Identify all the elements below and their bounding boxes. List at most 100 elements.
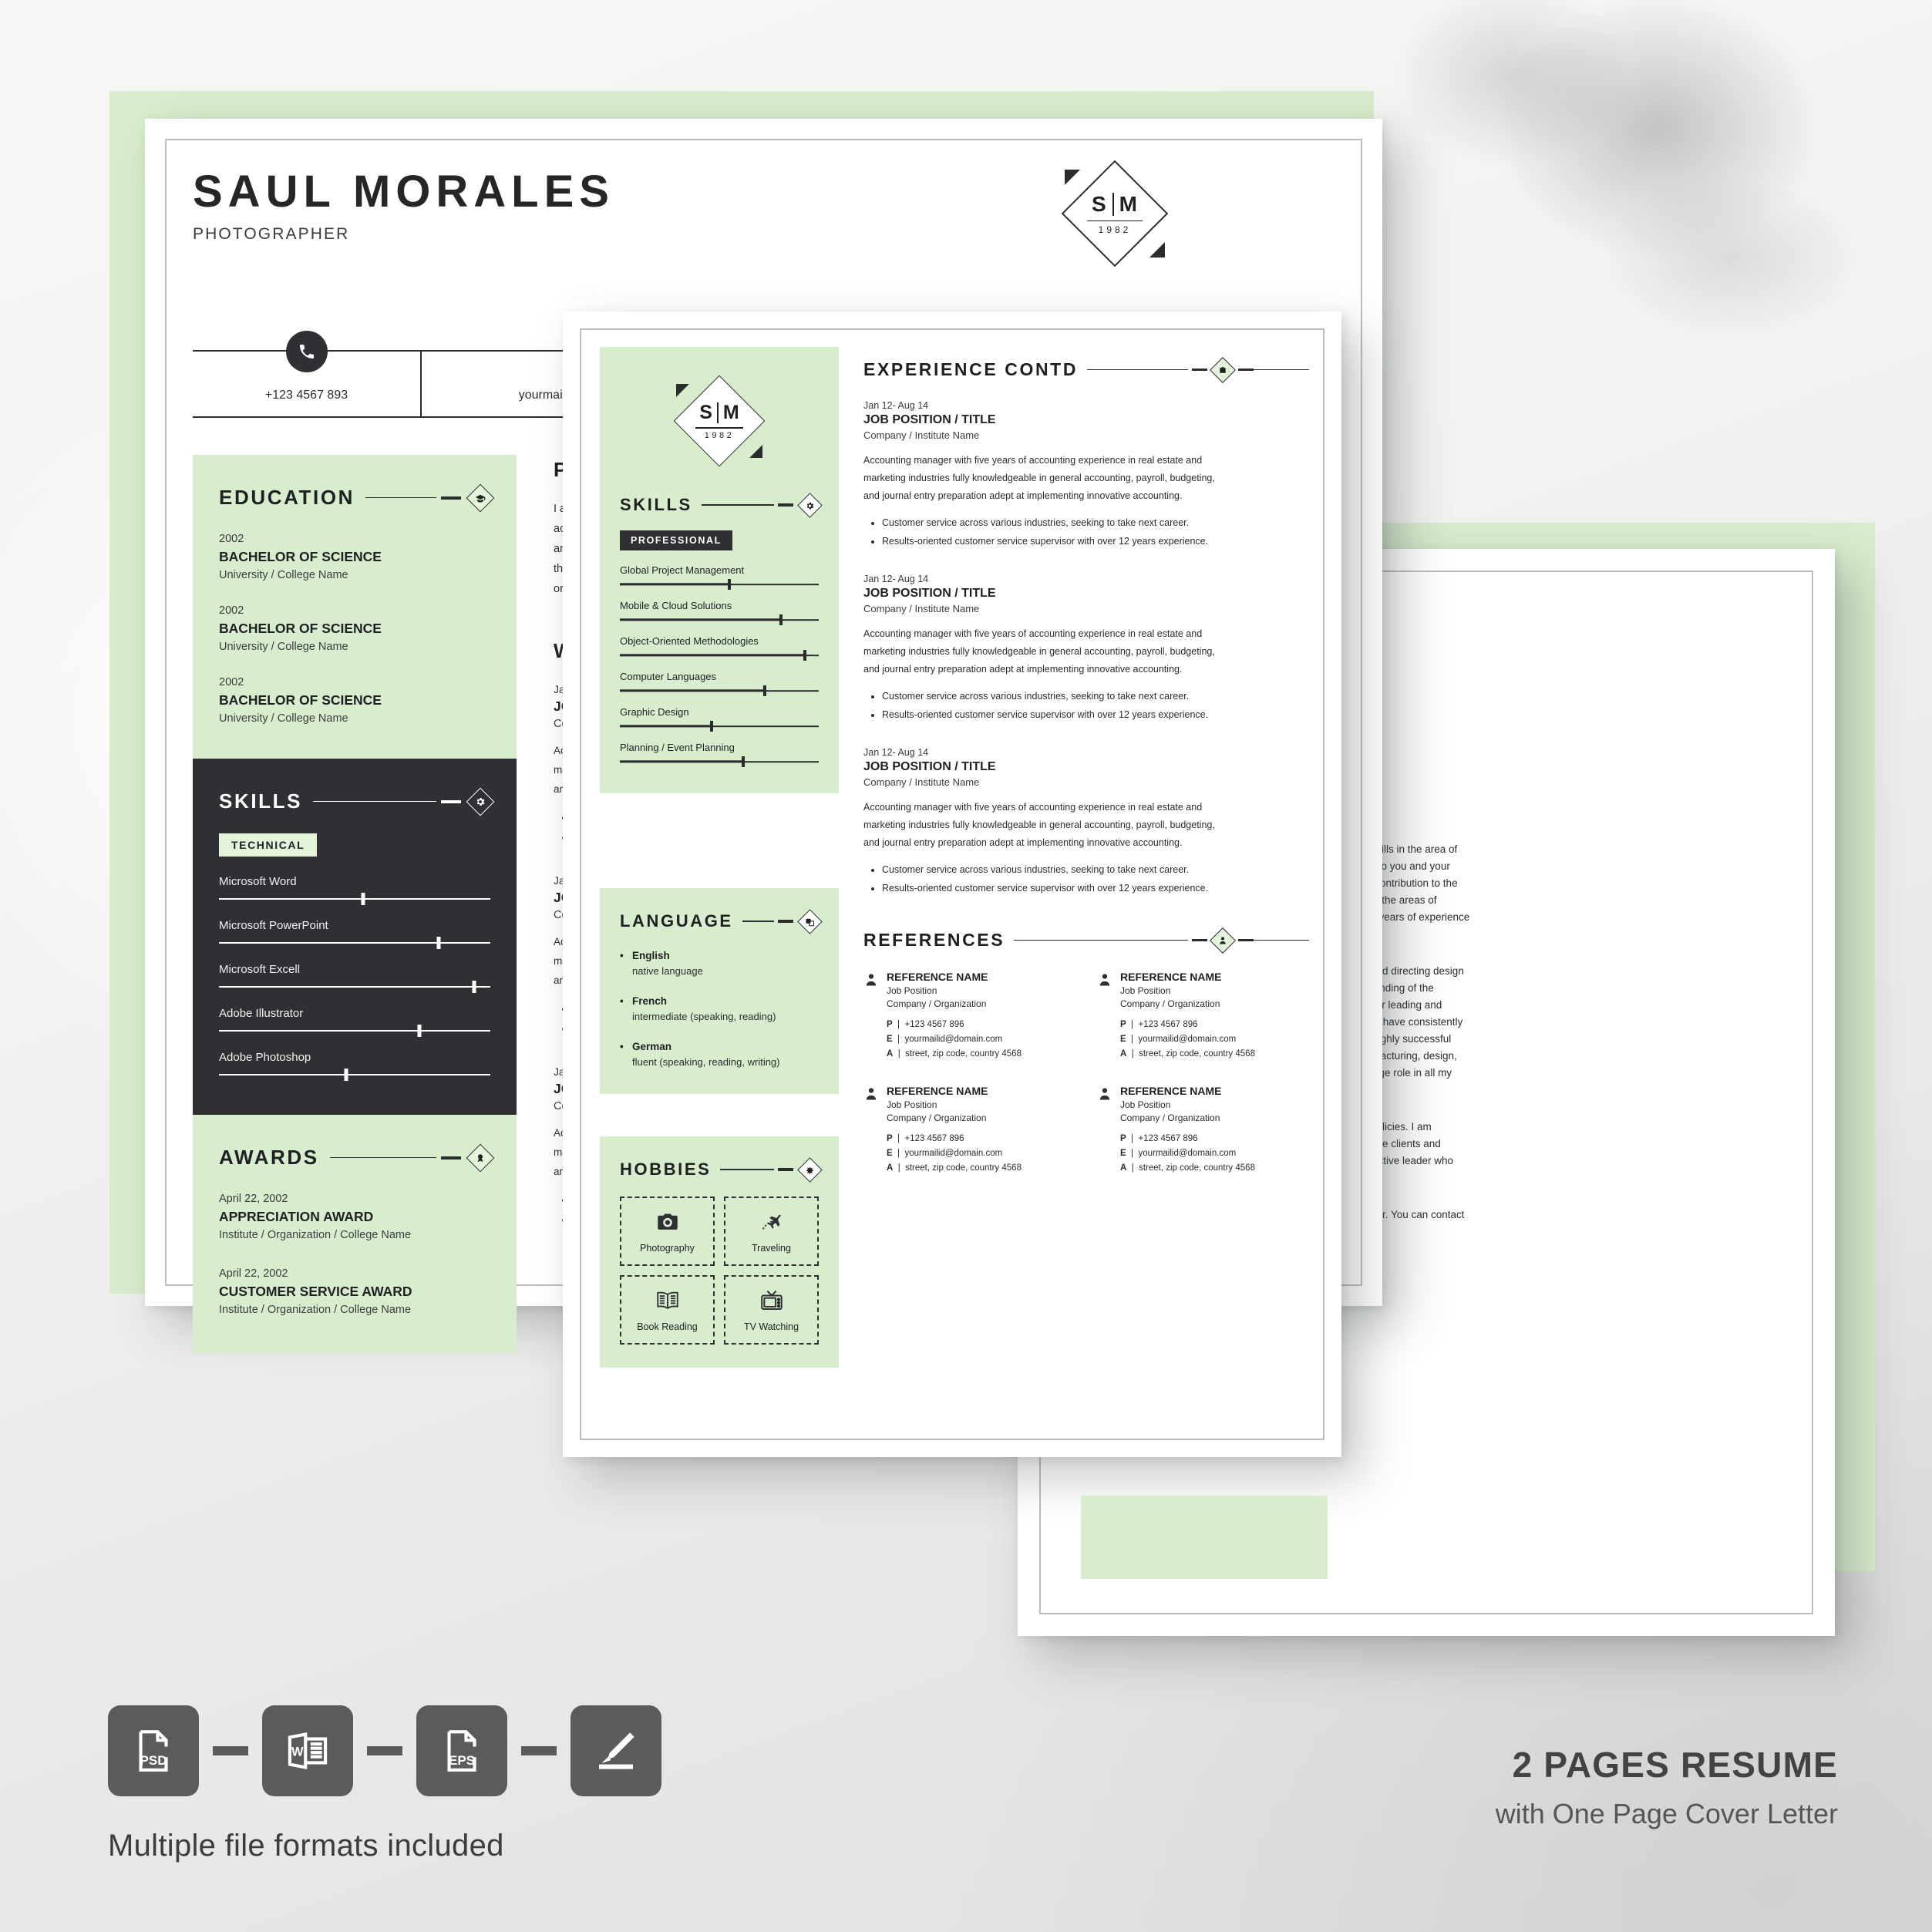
award-name: APPRECIATION AWARD <box>219 1209 374 1224</box>
person-icon <box>1210 927 1236 954</box>
hobby-item[interactable]: Book Reading <box>620 1275 715 1345</box>
reference-position: Job Position <box>887 985 937 996</box>
skill-knob <box>417 1025 422 1037</box>
skill-bar[interactable] <box>620 721 819 732</box>
reference-name: REFERENCE NAME <box>1120 971 1222 983</box>
awards-section: AWARDS April 22, 2002 APPRECIATION AWARD… <box>193 1115 517 1353</box>
skill-bar[interactable] <box>219 1069 490 1081</box>
reference-card: REFERENCE NAME Job Position Company / Or… <box>863 1085 1075 1176</box>
skill-bar[interactable] <box>620 685 819 696</box>
translate-icon <box>797 908 823 934</box>
connector-dash <box>521 1746 557 1755</box>
education-year: 2002 <box>219 533 244 545</box>
job-bullet: Customer service across various industri… <box>882 860 1309 879</box>
skill-row: Microsoft Word <box>219 875 490 905</box>
section-heading: LANGUAGE <box>620 911 733 931</box>
book-icon <box>655 1287 681 1318</box>
reference-name: REFERENCE NAME <box>1120 1085 1222 1097</box>
job-company: Company / Institute Name <box>863 603 980 614</box>
awards-heading-row: AWARDS <box>219 1143 495 1172</box>
line: marketing industries fully knowledgeable… <box>863 473 1215 483</box>
skill-knob <box>709 721 713 732</box>
resume-page2-sheet[interactable]: S M 1982 SKILLS PROFESSIONAL Global Proj… <box>563 311 1341 1457</box>
experience-job: Jan 12- Aug 14 JOB POSITION / TITLE Comp… <box>863 747 1309 897</box>
pen-icon[interactable] <box>571 1705 661 1796</box>
reference-card: REFERENCE NAME Job Position Company / Or… <box>1097 971 1309 1062</box>
reference-phone: +123 4567 896 <box>1138 1020 1198 1029</box>
word-file-icon[interactable]: W <box>262 1705 353 1796</box>
language-heading-row: LANGUAGE <box>620 908 823 934</box>
skill-row: Computer Languages <box>620 671 819 696</box>
line: and journal entry preparation adept at i… <box>863 490 1183 501</box>
reference-phone-key: P <box>887 1134 893 1143</box>
skills-heading-row: SKILLS <box>219 787 495 816</box>
reference-phone-key: P <box>1120 1134 1126 1143</box>
contact-item[interactable]: +123 4567 893 <box>193 331 422 416</box>
resume-page2-right-column: EXPERIENCE CONTD Jan 12- Aug 14 JOB POSI… <box>863 356 1309 1176</box>
hobby-item[interactable]: Traveling <box>724 1197 819 1266</box>
education-degree: BACHELOR OF SCIENCE <box>219 549 382 564</box>
line: and journal entry preparation adept at i… <box>863 837 1183 848</box>
svg-text:W: W <box>291 1745 304 1759</box>
education-place: University / College Name <box>219 641 348 653</box>
education-degree: BACHELOR OF SCIENCE <box>219 692 382 708</box>
award-item: April 22, 2002 CUSTOMER SERVICE AWARD In… <box>219 1267 490 1316</box>
education-heading-row: EDUCATION <box>219 483 495 512</box>
reference-name: REFERENCE NAME <box>887 1085 988 1097</box>
skill-bar[interactable] <box>620 650 819 661</box>
skill-bar[interactable] <box>219 1025 490 1037</box>
reference-email: yourmailid@domain.com <box>1138 1035 1237 1044</box>
skill-knob <box>803 650 806 661</box>
award-date: April 22, 2002 <box>219 1193 288 1205</box>
skill-bar[interactable] <box>219 893 490 905</box>
promo-subtitle: with One Page Cover Letter <box>1495 1798 1838 1829</box>
monogram-year: 1982 <box>704 430 735 440</box>
job-bullet: Customer service across various industri… <box>882 687 1309 705</box>
skill-bar[interactable] <box>620 579 819 590</box>
language-name: French <box>632 995 668 1007</box>
line: and journal entry preparation adept at i… <box>863 664 1183 675</box>
skills-dark-section: SKILLS TECHNICAL Microsoft Word Microsof… <box>193 759 517 1115</box>
language-level: intermediate (speaking, reading) <box>632 1011 776 1022</box>
hobby-label: Traveling <box>752 1243 791 1254</box>
job-company: Company / Institute Name <box>863 429 980 441</box>
job-dates: Jan 12- Aug 14 <box>863 747 929 758</box>
skill-label: Planning / Event Planning <box>620 742 735 753</box>
gear-icon <box>797 492 823 518</box>
hobby-item[interactable]: Photography <box>620 1197 715 1266</box>
reference-email-key: E <box>1120 1149 1126 1158</box>
hobbies-heading-row: HOBBIES <box>620 1156 823 1183</box>
section-heading: EXPERIENCE CONTD <box>863 359 1079 379</box>
reference-address-key: A <box>1120 1049 1127 1059</box>
job-bullet: Results-oriented customer service superv… <box>882 705 1309 724</box>
skills-section: SKILLS PROFESSIONAL Global Project Manag… <box>620 492 823 767</box>
award-place: Institute / Organization / College Name <box>219 1229 412 1241</box>
reference-email-key: E <box>1120 1035 1126 1044</box>
skill-row: Planning / Event Planning <box>620 742 819 767</box>
skill-bar[interactable] <box>620 756 819 767</box>
monogram-logo: S M 1982 <box>673 375 766 467</box>
language-item: • German fluent (speaking, reading, writ… <box>620 1041 819 1068</box>
reference-address: street, zip code, country 4568 <box>905 1049 1022 1059</box>
education-item: 2002 BACHELOR OF SCIENCE University / Co… <box>219 676 490 725</box>
skill-row: Graphic Design <box>620 706 819 732</box>
skill-row: Mobile & Cloud Solutions <box>620 600 819 625</box>
skill-label: Microsoft PowerPoint <box>219 919 328 932</box>
cover-letter-green-tab <box>1081 1496 1328 1579</box>
award-item: April 22, 2002 APPRECIATION AWARD Instit… <box>219 1193 490 1241</box>
reference-address: street, zip code, country 4568 <box>905 1163 1022 1173</box>
skill-knob <box>361 893 365 905</box>
skill-bar[interactable] <box>620 614 819 625</box>
job-position: JOB POSITION / TITLE <box>863 760 996 773</box>
skill-knob <box>779 614 783 625</box>
psd-file-icon[interactable]: PSD <box>108 1705 199 1796</box>
eps-file-icon[interactable]: EPS <box>416 1705 507 1796</box>
skill-bar[interactable] <box>219 937 490 949</box>
hobby-item[interactable]: TV Watching <box>724 1275 819 1345</box>
line: Accounting manager with five years of ac… <box>863 628 1203 639</box>
skill-bar[interactable] <box>219 981 490 993</box>
person-avatar-icon <box>863 972 879 1062</box>
reference-position: Job Position <box>1120 985 1171 996</box>
experience-job: Jan 12- Aug 14 JOB POSITION / TITLE Comp… <box>863 574 1309 724</box>
skill-knob <box>344 1069 348 1081</box>
